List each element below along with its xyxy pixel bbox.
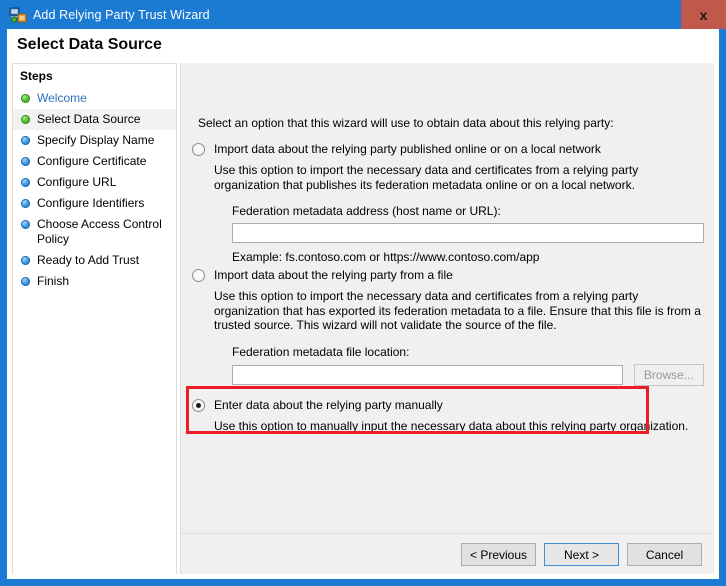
option-header[interactable]: Import data about the relying party publ… [192,142,704,156]
sidebar-item-label: Configure Identifiers [37,196,145,210]
cancel-button[interactable]: Cancel [627,543,702,566]
sidebar-item-label: Configure Certificate [37,154,147,168]
step-status-icon [21,178,30,187]
steps-heading: Steps [20,69,53,83]
option-label: Import data about the relying party publ… [214,142,601,156]
sidebar-item-finish[interactable]: Finish [13,271,176,292]
dialog-button-bar: < Previous Next > Cancel [181,533,714,574]
option-header[interactable]: Import data about the relying party from… [192,268,704,282]
sidebar-item-configure-url[interactable]: Configure URL [13,172,176,193]
option-header[interactable]: Enter data about the relying party manua… [192,398,704,412]
metadata-file-row: Browse... [232,363,704,386]
sidebar-item-choose-access-control-policy[interactable]: Choose Access Control Policy [13,214,176,250]
next-button[interactable]: Next > [544,543,619,566]
radio-enter-manually[interactable] [192,399,205,412]
metadata-address-label: Federation metadata address (host name o… [232,204,501,218]
content-panel: Select an option that this wizard will u… [180,63,714,574]
wizard-window: Add Relying Party Trust Wizard x Select … [0,0,726,586]
radio-import-file[interactable] [192,269,205,282]
sidebar-item-label: Specify Display Name [37,133,155,147]
metadata-address-input[interactable] [232,223,704,243]
sidebar-item-ready-to-add-trust[interactable]: Ready to Add Trust [13,250,176,271]
sidebar-item-label: Configure URL [37,175,117,189]
relying-party-trust-icon [9,6,27,24]
option-enter-manually: Enter data about the relying party manua… [192,398,704,434]
metadata-file-label: Federation metadata file location: [232,344,410,359]
intro-text: Select an option that this wizard will u… [198,116,614,130]
option-description: Use this option to import the necessary … [214,289,701,332]
content-body: Select an option that this wizard will u… [181,63,714,533]
step-status-icon [21,199,30,208]
sidebar-item-label: Choose Access Control Policy [37,217,162,246]
sidebar-item-configure-certificate[interactable]: Configure Certificate [13,151,176,172]
title-bar: Add Relying Party Trust Wizard x [0,0,726,29]
step-status-icon [21,220,30,229]
option-label: Enter data about the relying party manua… [214,398,443,412]
steps-list: Welcome Select Data Source Specify Displ… [13,88,176,292]
close-button[interactable]: x [681,0,726,29]
sidebar-item-select-data-source[interactable]: Select Data Source [13,109,176,130]
sidebar-item-configure-identifiers[interactable]: Configure Identifiers [13,193,176,214]
sidebar-item-label: Ready to Add Trust [37,253,140,267]
browse-button[interactable]: Browse... [633,363,704,386]
window-title: Add Relying Party Trust Wizard [33,7,210,22]
option-description: Use this option to manually input the ne… [214,419,689,433]
steps-sidebar: Steps Welcome Select Data Source Specify… [12,63,177,574]
option-label: Import data about the relying party from… [214,268,453,282]
option-import-file: Import data about the relying party from… [192,268,704,386]
close-icon: x [699,6,708,23]
previous-button[interactable]: < Previous [461,543,536,566]
metadata-file-input[interactable] [232,364,623,385]
metadata-address-hint: Example: fs.contoso.com or https://www.c… [232,250,540,264]
sidebar-item-welcome[interactable]: Welcome [13,88,176,109]
step-status-icon [21,136,30,145]
sidebar-item-label: Finish [37,274,70,288]
step-status-icon [21,157,30,166]
sidebar-item-specify-display-name[interactable]: Specify Display Name [13,130,176,151]
sidebar-item-label: Select Data Source [37,112,141,126]
step-status-icon [21,256,30,265]
option-import-online: Import data about the relying party publ… [192,142,704,264]
client-area: Select Data Source Steps Welcome Select … [7,29,719,579]
radio-import-online[interactable] [192,143,205,156]
option-description: Use this option to import the necessary … [214,163,639,192]
page-header: Select Data Source [7,29,719,63]
metadata-address-row [232,223,704,243]
step-status-icon [21,115,30,124]
sidebar-item-label: Welcome [37,91,87,105]
step-status-icon [21,277,30,286]
step-status-icon [21,94,30,103]
page-title: Select Data Source [17,36,162,53]
